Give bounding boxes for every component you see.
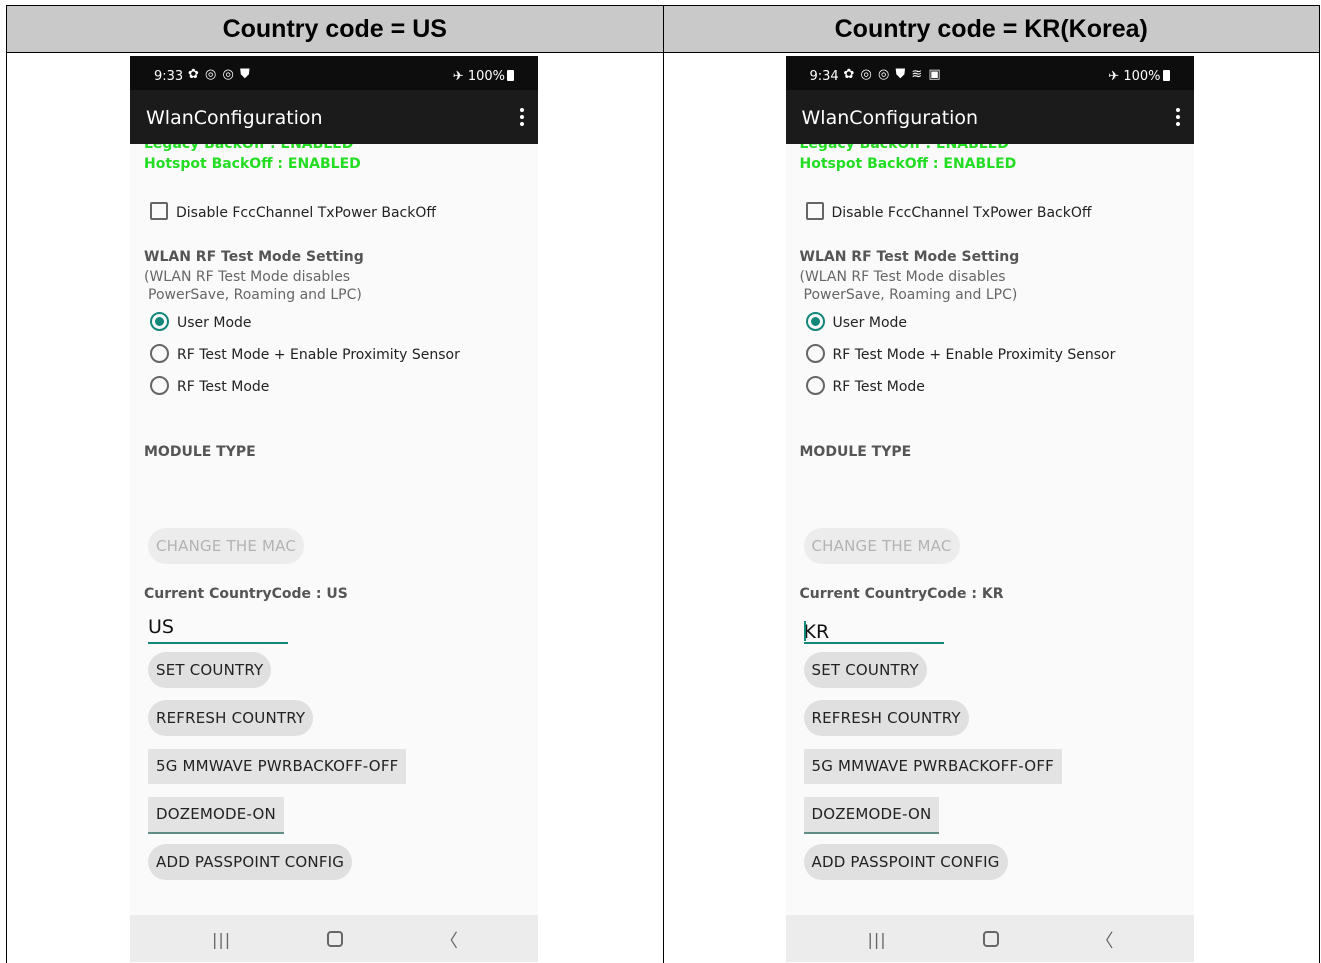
cell-us: 9:33 ✿ ◎ ◎ ⛊ ✈ 100% WlanConfiguration Le… <box>6 52 664 963</box>
fcc-backoff-checkbox[interactable]: Disable FccChannel TxPower BackOff <box>150 202 436 221</box>
radio-rf-test[interactable]: RF Test Mode <box>150 376 269 395</box>
set-country-button[interactable]: SET COUNTRY <box>148 652 272 688</box>
home-icon[interactable] <box>327 931 343 947</box>
add-passpoint-button[interactable]: ADD PASSPOINT CONFIG <box>148 844 353 880</box>
checkbox-icon[interactable] <box>150 202 168 220</box>
radio-selected-icon[interactable] <box>150 312 169 331</box>
checkbox-label: Disable FccChannel TxPower BackOff <box>831 205 1092 221</box>
refresh-country-button[interactable]: REFRESH COUNTRY <box>803 700 969 736</box>
radio-label: RF Test Mode <box>832 379 925 395</box>
radio-selected-icon[interactable] <box>805 312 825 331</box>
module-type-label: MODULE TYPE <box>144 444 256 460</box>
rf-mode-desc-2: PowerSave, Roaming and LPC) <box>148 287 362 303</box>
radio-rf-test[interactable]: RF Test Mode <box>805 376 925 395</box>
radio-unselected-icon[interactable] <box>805 344 825 363</box>
status-bar: 9:33 ✿ ◎ ◎ ⛊ ✈ 100% <box>130 56 538 90</box>
radio-label: User Mode <box>177 315 252 331</box>
radio-rf-proximity[interactable]: RF Test Mode + Enable Proximity Sensor <box>150 344 460 363</box>
back-icon[interactable]: 〈 <box>440 927 458 953</box>
radio-label: RF Test Mode + Enable Proximity Sensor <box>832 347 1116 363</box>
dozemode-button[interactable]: DOZEMODE-ON <box>148 797 284 834</box>
battery-icon <box>507 70 514 81</box>
hotspot-backoff-status: Hotspot BackOff : ENABLED <box>144 156 361 172</box>
country-code-input[interactable]: US <box>148 611 288 644</box>
battery-indicator: ✈ 100% <box>1108 69 1170 84</box>
status-time: 9:34 <box>809 69 839 84</box>
radio-label: RF Test Mode <box>177 379 270 395</box>
back-icon[interactable]: 〈 <box>1096 927 1114 953</box>
radio-unselected-icon[interactable] <box>150 344 169 363</box>
current-country-code: Current CountryCode : KR <box>799 586 1004 602</box>
checkbox-icon[interactable] <box>805 202 824 220</box>
set-country-button[interactable]: SET COUNTRY <box>803 652 927 688</box>
battery-icon <box>1162 70 1170 81</box>
rf-mode-desc-2: PowerSave, Roaming and LPC) <box>803 287 1018 303</box>
add-passpoint-button[interactable]: ADD PASSPOINT CONFIG <box>803 844 1008 880</box>
rf-mode-desc-1: (WLAN RF Test Mode disables <box>799 269 1006 285</box>
text-cursor <box>803 621 806 641</box>
app-title: WlanConfiguration <box>801 107 979 129</box>
radio-rf-proximity[interactable]: RF Test Mode + Enable Proximity Sensor <box>805 344 1116 363</box>
header-us: Country code = US <box>6 5 664 53</box>
phone-screenshot-kr: 9:34 ✿ ◎ ◎ ⛊ ≋ ▣ ✈ 100% WlanConfiguratio… <box>785 56 1194 962</box>
battery-text: ✈ 100% <box>1108 69 1161 84</box>
radio-user-mode[interactable]: User Mode <box>150 312 252 331</box>
checkbox-label: Disable FccChannel TxPower BackOff <box>176 205 437 221</box>
refresh-country-button[interactable]: REFRESH COUNTRY <box>148 700 314 736</box>
mmwave-backoff-button[interactable]: 5G MMWAVE PWRBACKOFF-OFF <box>148 749 407 784</box>
fcc-backoff-checkbox[interactable]: Disable FccChannel TxPower BackOff <box>805 202 1092 221</box>
header-kr: Country code = KR(Korea) <box>662 5 1320 53</box>
hotspot-backoff-status: Hotspot BackOff : ENABLED <box>799 156 1017 172</box>
navigation-bar: ||| 〈 <box>130 915 538 962</box>
status-icons: ✿ ◎ ◎ ⛊ ≋ ▣ <box>843 67 942 82</box>
country-code-value: US <box>148 616 174 638</box>
battery-text: ✈ 100% <box>452 69 505 84</box>
app-title: WlanConfiguration <box>146 107 323 129</box>
module-type-label: MODULE TYPE <box>799 444 912 460</box>
rf-mode-title: WLAN RF Test Mode Setting <box>144 249 364 265</box>
app-bar: WlanConfiguration <box>785 90 1194 144</box>
comparison-table: Country code = US Country code = KR(Kore… <box>6 5 1320 963</box>
navigation-bar: ||| 〈 <box>785 915 1194 962</box>
status-icons: ✿ ◎ ◎ ⛊ <box>188 67 251 82</box>
overflow-menu-icon[interactable] <box>1175 108 1180 129</box>
rf-mode-desc-1: (WLAN RF Test Mode disables <box>144 269 351 285</box>
cell-kr: 9:34 ✿ ◎ ◎ ⛊ ≋ ▣ ✈ 100% WlanConfiguratio… <box>662 52 1320 963</box>
comparison-figure: Country code = US Country code = KR(Kore… <box>0 0 1321 963</box>
mmwave-backoff-button[interactable]: 5G MMWAVE PWRBACKOFF-OFF <box>803 749 1062 784</box>
radio-user-mode[interactable]: User Mode <box>805 312 908 331</box>
status-bar: 9:34 ✿ ◎ ◎ ⛊ ≋ ▣ ✈ 100% <box>785 56 1194 90</box>
current-country-code: Current CountryCode : US <box>144 586 348 602</box>
app-bar: WlanConfiguration <box>130 90 538 144</box>
home-icon[interactable] <box>982 931 999 947</box>
recents-icon[interactable]: ||| <box>212 930 231 949</box>
battery-indicator: ✈ 100% <box>453 69 514 84</box>
overflow-menu-icon[interactable] <box>520 108 524 129</box>
radio-unselected-icon[interactable] <box>805 376 825 395</box>
country-code-input[interactable]: KR <box>803 611 944 644</box>
rf-mode-title: WLAN RF Test Mode Setting <box>799 249 1020 265</box>
dozemode-button[interactable]: DOZEMODE-ON <box>803 797 940 834</box>
country-code-text: KR <box>803 621 830 643</box>
radio-label: User Mode <box>832 315 908 331</box>
phone-screenshot-us: 9:33 ✿ ◎ ◎ ⛊ ✈ 100% WlanConfiguration Le… <box>130 56 538 962</box>
change-mac-button[interactable]: CHANGE THE MAC <box>148 528 305 564</box>
change-mac-button[interactable]: CHANGE THE MAC <box>803 528 960 564</box>
recents-icon[interactable]: ||| <box>868 930 887 949</box>
radio-label: RF Test Mode + Enable Proximity Sensor <box>177 347 460 363</box>
radio-unselected-icon[interactable] <box>150 376 169 395</box>
status-time: 9:33 <box>154 69 184 84</box>
